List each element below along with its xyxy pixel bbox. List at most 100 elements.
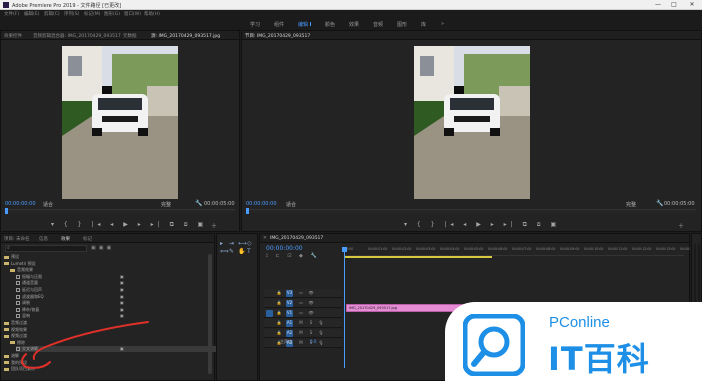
eye-icon[interactable]: 👁 <box>308 290 314 296</box>
master-track-value[interactable]: 0.0 <box>310 339 316 344</box>
effects-tree-item[interactable]: 音频效果 <box>10 267 33 273</box>
mute-button[interactable]: M <box>298 320 304 326</box>
track-header-v3[interactable]: 🔒 V3 ▭ 👁 <box>264 289 342 298</box>
timeline-playhead[interactable] <box>344 250 345 368</box>
source-timecode[interactable]: 00:00:00:00 <box>5 201 36 207</box>
timeline-ruler[interactable]: 00:00 00:00:01:00 00:00:02:00 00:00:03:00 00… <box>344 246 699 256</box>
timeline-tool-icons[interactable]: ⟟ ⊏ ⊡ ◆ 🔧 <box>266 253 320 259</box>
track-select-tool-icon[interactable]: ⇥ <box>229 240 234 247</box>
sync-lock-icon[interactable]: ▭ <box>298 300 304 306</box>
lock-icon[interactable]: 🔒 <box>276 310 282 316</box>
source-playhead[interactable] <box>5 208 8 214</box>
workspace-effects[interactable]: 效果 <box>349 21 359 28</box>
lock-icon[interactable]: 🔒 <box>276 300 282 306</box>
lock-icon[interactable]: 🔒 <box>276 330 282 336</box>
microphone-icon[interactable]: 🎙 <box>318 330 324 336</box>
maximize-button[interactable]: □ <box>668 1 680 9</box>
effects-tree-item[interactable]: 通道音量 ▣ <box>16 280 124 286</box>
timeline-close-icon[interactable]: ✕ <box>263 236 267 241</box>
tab-info[interactable]: 信息 <box>39 236 48 242</box>
timeline-timecode[interactable]: 00:00:00:00 <box>266 245 303 252</box>
close-button[interactable]: ✕ <box>686 1 698 9</box>
tab-effect-controls[interactable]: 效果控件 <box>4 33 22 39</box>
eye-icon[interactable]: 👁 <box>308 300 314 306</box>
effects-tree-item[interactable]: 滤波器和EQ ▣ <box>16 294 124 300</box>
ripple-edit-tool-icon[interactable]: ⟷ <box>238 240 247 247</box>
source-fit-select[interactable]: 适合 <box>43 201 53 208</box>
menu-file[interactable]: 文件(F) <box>4 11 19 17</box>
menu-graphics[interactable]: 图形(G) <box>104 11 120 17</box>
program-time-ruler[interactable] <box>246 209 696 213</box>
type-tool-icon[interactable]: T <box>247 248 251 255</box>
slip-tool-icon[interactable]: ⟺ <box>220 248 229 255</box>
effects-tree-item[interactable]: Lumetri 预设 <box>4 261 36 267</box>
mute-button[interactable]: M <box>298 330 304 336</box>
source-wrench-icon[interactable]: 🔧 <box>195 200 202 207</box>
effects-tree-item[interactable]: 预设 <box>4 254 19 260</box>
workspace-graphics[interactable]: 图形 <box>397 21 407 28</box>
lock-icon[interactable]: 🔒 <box>276 290 282 296</box>
workspace-editing[interactable]: 编辑 <box>298 21 308 28</box>
microphone-icon[interactable]: 🎙 <box>318 320 324 326</box>
eye-icon[interactable]: 👁 <box>308 310 314 316</box>
source-time-ruler[interactable] <box>5 209 235 213</box>
source-add-button[interactable]: ＋ <box>211 221 217 230</box>
lock-icon[interactable]: 🔒 <box>276 320 282 326</box>
sync-lock-icon[interactable]: ▭ <box>298 290 304 296</box>
tab-program[interactable]: 节目: IMG_20170429_093517 <box>245 33 310 39</box>
track-header-a1[interactable]: 🔒 A1 M S 🎙 <box>264 319 342 328</box>
tab-source[interactable]: 源: IMG_20170429_093517.jpg <box>151 33 220 39</box>
track-header-v1[interactable]: 🔒 V1 ▭ 👁 <box>264 309 342 318</box>
solo-button[interactable]: S <box>308 320 314 326</box>
playhead-handle[interactable] <box>342 247 347 252</box>
program-playhead[interactable] <box>246 208 249 214</box>
workspace-libraries[interactable]: 库 <box>421 21 426 28</box>
program-transport-controls[interactable]: ▾ { } |◂ ◂ ▶ ▸ ▸| ⧉ ⧈ ▣ <box>404 221 560 229</box>
menu-clip[interactable]: 剪辑(C) <box>44 11 60 17</box>
track-header-a3[interactable]: 🔒 A3 M S 🎙 <box>264 339 342 348</box>
effects-scrollbar[interactable] <box>208 254 212 374</box>
source-patch-v1[interactable] <box>266 310 273 317</box>
tab-project[interactable]: 项目: 未命名 <box>4 236 29 242</box>
mute-button[interactable]: M <box>298 340 304 346</box>
workspace-color[interactable]: 颜色 <box>325 21 335 28</box>
work-area-bar[interactable] <box>344 256 492 258</box>
tab-metadata[interactable]: 元数据 <box>123 33 137 39</box>
menu-edit[interactable]: 编辑(E) <box>24 11 39 17</box>
sync-lock-icon[interactable]: ▭ <box>298 310 304 316</box>
pen-tool-icon[interactable]: ✎ <box>229 248 234 255</box>
razor-tool-icon[interactable]: ◇ <box>247 240 252 247</box>
source-resolution-select[interactable]: 完整 <box>161 201 171 208</box>
effects-tree-item[interactable]: 调制 ▣ <box>16 300 124 306</box>
program-wrench-icon[interactable]: 🔧 <box>656 200 663 207</box>
program-resolution-select[interactable]: 完整 <box>626 201 636 208</box>
menu-marker[interactable]: 标记(M) <box>84 11 100 17</box>
microphone-icon[interactable]: 🎙 <box>318 340 324 346</box>
workspace-assembly[interactable]: 组件 <box>274 21 284 28</box>
track-header-v2[interactable]: 🔒 V2 ▭ 👁 <box>264 299 342 308</box>
selection-tool-icon[interactable]: ▸ <box>220 240 223 247</box>
program-fit-select[interactable]: 适合 <box>286 201 296 208</box>
effects-filter-icons[interactable]: ▣▣▣ <box>91 245 114 251</box>
minimize-button[interactable]: — <box>652 1 664 9</box>
tab-effects[interactable]: 效果 <box>61 236 70 242</box>
effects-search-input[interactable] <box>5 245 87 252</box>
program-add-button[interactable]: ＋ <box>678 221 684 230</box>
solo-button[interactable]: S <box>308 330 314 336</box>
menu-window[interactable]: 窗口(W) <box>124 11 141 17</box>
workspace-audio[interactable]: 音频 <box>373 21 383 28</box>
effects-tree-item[interactable]: 延迟与回声 ▣ <box>16 287 124 293</box>
menu-sequence[interactable]: 序列(S) <box>64 11 79 17</box>
hand-tool-icon[interactable]: ✋ <box>238 248 245 255</box>
ruler-tick-label: 00:00:01:00 <box>368 247 388 251</box>
tab-audio-clip-mixer[interactable]: 音频剪辑混合器: IMG_20170429_093517 <box>33 33 121 39</box>
workspace-more-icon[interactable]: » <box>441 21 444 27</box>
track-header-a2[interactable]: 🔒 A2 M S 🎙 <box>264 329 342 338</box>
effects-tree-item[interactable]: 振幅与压限 ▣ <box>16 274 124 280</box>
workspace-learn[interactable]: 学习 <box>250 21 260 28</box>
tab-markers[interactable]: 标记 <box>83 236 92 242</box>
program-timecode[interactable]: 00:00:00:00 <box>246 201 277 207</box>
source-transport-controls[interactable]: ▾ { } |◂ ◂ ▶ ▸ ▸| ⧉ ⧈ ▣ <box>51 221 207 229</box>
tab-sequence[interactable]: IMG_20170429_093517 <box>270 236 323 241</box>
menu-help[interactable]: 帮助(H) <box>144 11 160 17</box>
